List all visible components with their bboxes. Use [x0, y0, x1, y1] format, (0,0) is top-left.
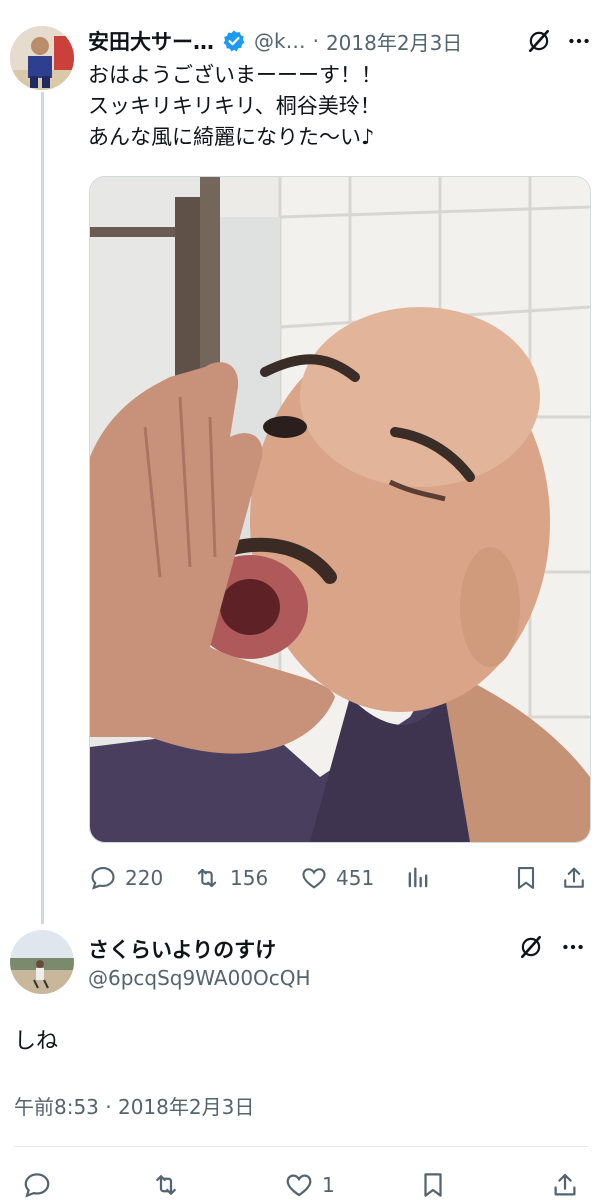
tweet-header: 安田大サー… @k… · 2018年2月3日 — [88, 26, 592, 56]
views-icon[interactable] — [404, 864, 432, 892]
author-handle[interactable]: @k… — [254, 29, 306, 53]
reply-icon[interactable] — [22, 1170, 52, 1200]
thread-connector-line — [41, 92, 44, 924]
like-icon — [284, 1170, 314, 1200]
bookmark-icon[interactable] — [418, 1170, 448, 1200]
like-icon — [300, 864, 328, 892]
reply-count: 220 — [125, 866, 164, 890]
grok-icon[interactable] — [518, 934, 544, 960]
like-button[interactable]: 451 — [300, 864, 374, 892]
tweet-timestamp[interactable]: 午前8:53 · 2018年2月3日 — [14, 1091, 254, 1120]
share-icon[interactable] — [560, 864, 588, 892]
retweet-button[interactable]: 156 — [192, 864, 268, 892]
tweet-photo[interactable] — [89, 176, 591, 843]
bookmark-icon[interactable] — [512, 864, 540, 892]
more-icon[interactable] — [560, 934, 586, 960]
grok-icon[interactable] — [526, 28, 552, 54]
share-icon[interactable] — [550, 1170, 580, 1200]
author-handle[interactable]: @6pcqSq9WA00OcQH — [88, 966, 311, 990]
like-count: 1 — [322, 1173, 335, 1197]
retweet-icon — [192, 864, 222, 892]
tweet-text: おはようございまーーーす！！ スッキリキリキリ、桐谷美玲！ あんな風に綺麗になり… — [88, 60, 588, 153]
author-name[interactable]: 安田大サー… — [88, 26, 214, 56]
separator: · — [312, 29, 319, 53]
reply-button[interactable]: 220 — [89, 864, 163, 892]
divider — [14, 1146, 588, 1147]
tweet-date[interactable]: 2018年2月3日 — [326, 27, 462, 56]
more-icon[interactable] — [566, 28, 592, 54]
like-count: 451 — [336, 866, 375, 890]
tweet-line: スッキリキリキリ、桐谷美玲！ — [88, 94, 381, 118]
verified-badge-icon — [222, 29, 246, 53]
tweet-line: あんな風に綺麗になりた〜い♪ — [88, 125, 375, 149]
author-name[interactable]: さくらいよりのすけ — [88, 934, 276, 964]
avatar[interactable] — [10, 26, 74, 90]
tweet-text: しね — [14, 1029, 59, 1054]
reply-icon — [89, 864, 117, 892]
avatar[interactable] — [10, 930, 74, 994]
retweet-icon[interactable] — [150, 1170, 182, 1200]
retweet-count: 156 — [230, 866, 269, 890]
like-button[interactable]: 1 — [284, 1170, 335, 1200]
tweet-line: おはようございまーーーす！！ — [88, 63, 382, 87]
